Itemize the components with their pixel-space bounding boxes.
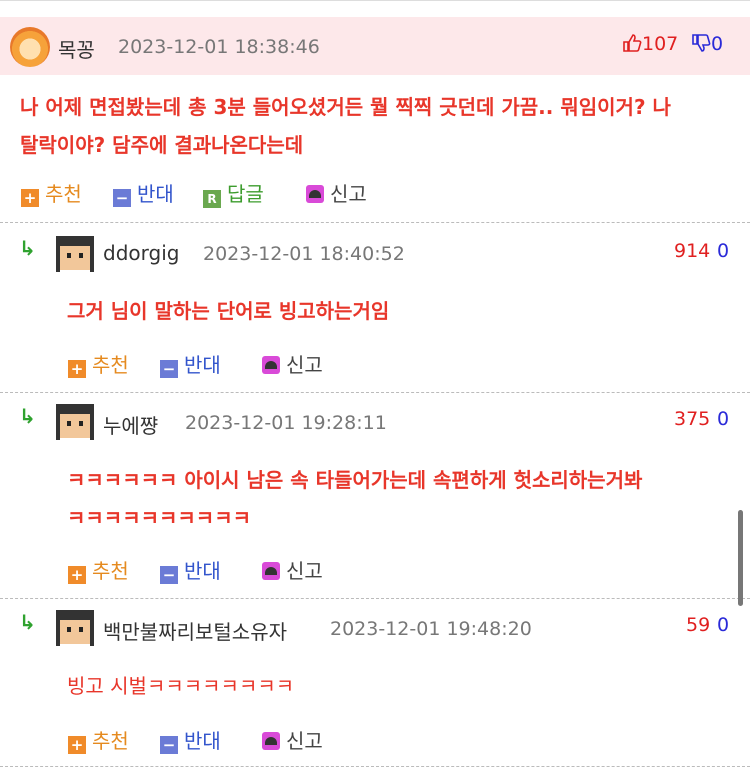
plus-icon: + bbox=[68, 566, 86, 584]
downvote-label: 반대 bbox=[184, 559, 221, 583]
siren-icon bbox=[262, 562, 280, 580]
upvote-number: 107 bbox=[642, 33, 679, 55]
minus-icon: − bbox=[160, 566, 178, 584]
report-label: 신고 bbox=[286, 353, 323, 377]
downvote-count[interactable]: 0 bbox=[717, 408, 729, 430]
avatar[interactable] bbox=[56, 610, 94, 646]
top-divider bbox=[0, 0, 750, 13]
downvote-button[interactable]: − 반대 bbox=[160, 349, 221, 378]
comment-divider bbox=[0, 392, 750, 393]
comment-body: ㅋㅋㅋㅋㅋㅋ 아이시 남은 속 타들어가는데 속편하게 헛소리하는거봐 ㅋㅋㅋㅋ… bbox=[67, 461, 737, 537]
timestamp: 2023-12-01 19:48:20 bbox=[330, 618, 532, 640]
avatar[interactable] bbox=[56, 236, 94, 272]
comment-body: 나 어제 면접봤는데 총 3분 들어오셨거든 뭘 찍찍 긋던데 가끔.. 뭐임이… bbox=[20, 88, 745, 164]
upvote-button[interactable]: + 추천 bbox=[21, 178, 82, 207]
downvote-count[interactable]: 0 bbox=[691, 33, 723, 55]
upvote-button[interactable]: + 추천 bbox=[68, 349, 129, 378]
report-button[interactable]: 신고 bbox=[306, 178, 367, 207]
timestamp: 2023-12-01 19:28:11 bbox=[185, 412, 387, 434]
reply-label: 답글 bbox=[227, 182, 264, 206]
reply-arrow-icon: ↳ bbox=[19, 610, 36, 634]
comment-divider bbox=[0, 222, 750, 223]
upvote-label: 추천 bbox=[45, 182, 82, 206]
report-label: 신고 bbox=[286, 729, 323, 753]
reply-icon: R bbox=[203, 190, 221, 208]
upvote-label: 추천 bbox=[92, 353, 129, 377]
comment-actions: + 추천 − 반대 R 답글 신고 bbox=[0, 178, 750, 208]
comment-actions: + 추천 − 반대 신고 bbox=[0, 349, 750, 379]
report-label: 신고 bbox=[330, 182, 367, 206]
comment-body: 그거 님이 말하는 단어로 빙고하는거임 bbox=[67, 292, 737, 330]
reply-arrow-icon: ↳ bbox=[19, 404, 36, 428]
downvote-label: 반대 bbox=[184, 353, 221, 377]
report-button[interactable]: 신고 bbox=[262, 349, 323, 378]
comment-line: 탈락이야? 담주에 결과나온다는데 bbox=[20, 133, 304, 157]
comment-line: 나 어제 면접봤는데 총 3분 들어오셨거든 뭘 찍찍 긋던데 가끔.. 뭐임이… bbox=[20, 95, 671, 119]
upvote-count[interactable]: 107 bbox=[622, 33, 678, 55]
timestamp: 2023-12-01 18:38:46 bbox=[118, 36, 320, 58]
comment-divider bbox=[0, 598, 750, 599]
plus-icon: + bbox=[21, 189, 39, 207]
comment-divider bbox=[0, 766, 750, 767]
comment-line: 그거 님이 말하는 단어로 빙고하는거임 bbox=[67, 299, 390, 323]
thumbs-down-icon bbox=[692, 34, 711, 52]
plus-icon: + bbox=[68, 736, 86, 754]
report-button[interactable]: 신고 bbox=[262, 725, 323, 754]
upvote-label: 추천 bbox=[92, 559, 129, 583]
siren-icon bbox=[306, 185, 324, 203]
scrollbar-thumb[interactable] bbox=[738, 510, 743, 606]
timestamp: 2023-12-01 18:40:52 bbox=[203, 243, 405, 265]
upvote-button[interactable]: + 추천 bbox=[68, 725, 129, 754]
upvote-count[interactable]: 914 bbox=[674, 240, 710, 262]
avatar[interactable] bbox=[10, 27, 50, 67]
avatar[interactable] bbox=[56, 404, 94, 440]
siren-icon bbox=[262, 732, 280, 750]
author-name[interactable]: ddorgig bbox=[103, 241, 179, 265]
downvote-count[interactable]: 0 bbox=[717, 240, 729, 262]
comment-line: ㅋㅋㅋㅋㅋㅋ 아이시 남은 속 타들어가는데 속편하게 헛소리하는거봐 bbox=[67, 468, 643, 492]
report-button[interactable]: 신고 bbox=[262, 555, 323, 584]
author-name[interactable]: 백만불짜리보털소유자 bbox=[103, 616, 287, 645]
downvote-button[interactable]: − 반대 bbox=[160, 725, 221, 754]
comment-line: 빙고 시벌ㅋㅋㅋㅋㅋㅋㅋㅋ bbox=[67, 674, 295, 698]
downvote-button[interactable]: − 반대 bbox=[113, 178, 174, 207]
siren-icon bbox=[262, 356, 280, 374]
thumbs-up-icon bbox=[623, 34, 642, 52]
reply-arrow-icon: ↳ bbox=[19, 236, 36, 260]
minus-icon: − bbox=[160, 736, 178, 754]
report-label: 신고 bbox=[286, 559, 323, 583]
minus-icon: − bbox=[160, 360, 178, 378]
downvote-count[interactable]: 0 bbox=[717, 614, 729, 636]
comment-line: ㅋㅋㅋㅋㅋㅋㅋㅋㅋㅋ bbox=[67, 506, 251, 530]
reply-button[interactable]: R 답글 bbox=[203, 178, 264, 208]
upvote-button[interactable]: + 추천 bbox=[68, 555, 129, 584]
downvote-label: 반대 bbox=[184, 729, 221, 753]
comment-body: 빙고 시벌ㅋㅋㅋㅋㅋㅋㅋㅋ bbox=[67, 667, 737, 705]
comment-actions: + 추천 − 반대 신고 bbox=[0, 725, 750, 755]
author-name[interactable]: 누에쨩 bbox=[103, 410, 158, 439]
downvote-button[interactable]: − 반대 bbox=[160, 555, 221, 584]
minus-icon: − bbox=[113, 189, 131, 207]
upvote-count[interactable]: 375 bbox=[674, 408, 710, 430]
upvote-label: 추천 bbox=[92, 729, 129, 753]
plus-icon: + bbox=[68, 360, 86, 378]
author-name[interactable]: 목꽁 bbox=[58, 34, 95, 63]
downvote-label: 반대 bbox=[137, 182, 174, 206]
main-comment-header: 목꽁 2023-12-01 18:38:46 107 0 bbox=[0, 17, 750, 75]
downvote-number: 0 bbox=[711, 33, 724, 55]
comment-actions: + 추천 − 반대 신고 bbox=[0, 555, 750, 585]
upvote-count[interactable]: 59 bbox=[686, 614, 710, 636]
